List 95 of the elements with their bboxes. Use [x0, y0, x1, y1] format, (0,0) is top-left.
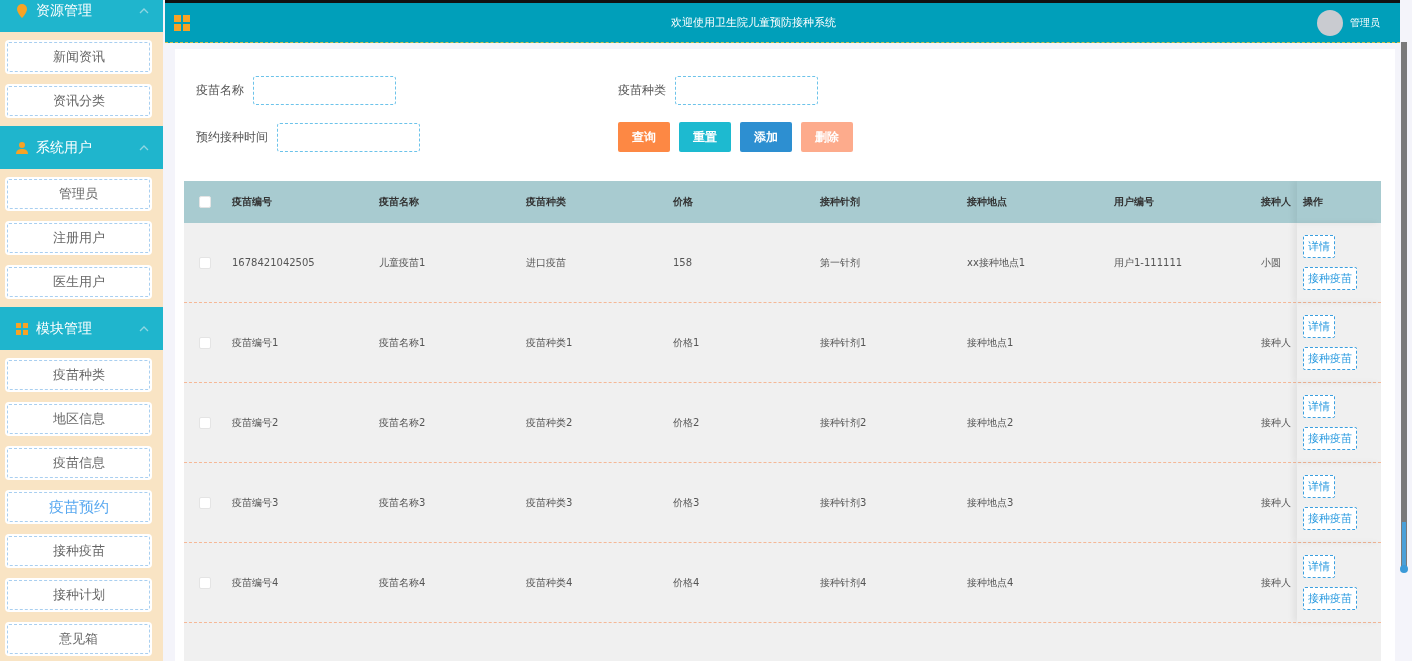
menu-group-title: 系统用户 — [36, 138, 93, 157]
table-cell: 第一针剂 — [820, 255, 860, 270]
table-cell: 疫苗种类3 — [526, 495, 573, 510]
input-field[interactable] — [675, 75, 818, 105]
field-label: 预约接种时间 — [196, 128, 268, 146]
action-button[interactable]: 接种疫苗 — [1303, 587, 1357, 610]
menu-item[interactable]: 资讯分类 — [5, 84, 152, 118]
details-button[interactable]: 详情 — [1303, 475, 1335, 498]
table-cell: 疫苗种类4 — [526, 575, 573, 590]
column-header: 接种针剂 — [820, 195, 860, 209]
table-cell: xx接种地点1 — [967, 255, 1026, 270]
table-cell: 进口疫苗 — [526, 255, 566, 270]
column-header: 疫苗名称 — [379, 195, 419, 209]
table-cell: 小圆 — [1261, 255, 1281, 270]
table-cell: 接种地点2 — [967, 415, 1014, 430]
menu-item[interactable]: 疫苗种类 — [5, 358, 152, 392]
column-header: 疫苗编号 — [232, 195, 272, 209]
input-field[interactable] — [277, 122, 420, 152]
action-button[interactable]: 接种疫苗 — [1303, 267, 1357, 290]
menu-item[interactable]: 新闻资讯 — [5, 40, 152, 74]
table-cell: 1678421042505 — [232, 257, 315, 268]
table-cell: 接种地点3 — [967, 495, 1014, 510]
table-cell: 接种人 — [1261, 575, 1291, 590]
grid-icon — [16, 322, 28, 335]
table-cell: 接种人 — [1261, 335, 1291, 350]
menu-item[interactable]: 疫苗预约 — [5, 490, 152, 524]
checkbox[interactable] — [199, 336, 211, 349]
table-cell: 接种针剂3 — [820, 495, 867, 510]
table-cell: 疫苗种类2 — [526, 415, 573, 430]
table-cell: 疫苗编号4 — [232, 575, 279, 590]
checkbox[interactable] — [199, 256, 211, 269]
table-cell: 价格1 — [673, 335, 700, 350]
menu-group-header[interactable]: 模块管理 — [0, 307, 163, 350]
menu-item[interactable]: 接种疫苗 — [5, 534, 152, 568]
table-cell: 价格4 — [673, 575, 700, 590]
menu-item[interactable]: 意见箱 — [5, 622, 152, 656]
table-cell: 疫苗名称3 — [379, 495, 426, 510]
grid-icon — [174, 14, 190, 31]
table-cell: 疫苗名称4 — [379, 575, 426, 590]
details-button[interactable]: 详情 — [1303, 555, 1335, 578]
input-field[interactable] — [253, 75, 396, 105]
menu-group-header[interactable]: 资源管理 — [0, 0, 163, 32]
checkbox[interactable] — [199, 196, 211, 208]
search-button[interactable]: 查询 — [618, 122, 670, 152]
menu-item[interactable]: 医生用户 — [5, 265, 152, 299]
menu-group-title: 资源管理 — [36, 1, 93, 20]
reset-button[interactable]: 重置 — [679, 122, 731, 152]
menu-item[interactable]: 地区信息 — [5, 402, 152, 436]
person-icon — [16, 141, 28, 154]
action-button[interactable]: 接种疫苗 — [1303, 507, 1357, 530]
table-cell: 158 — [673, 257, 693, 268]
menu-item[interactable]: 管理员 — [5, 177, 152, 211]
field-label: 疫苗名称 — [196, 81, 244, 99]
pin-icon — [16, 2, 28, 19]
details-button[interactable]: 详情 — [1303, 395, 1335, 418]
table-cell: 疫苗编号1 — [232, 335, 279, 350]
table-cell: 接种人 — [1261, 415, 1291, 430]
add-button[interactable]: 添加 — [740, 122, 792, 152]
action-button[interactable]: 接种疫苗 — [1303, 347, 1357, 370]
table-cell: 价格3 — [673, 495, 700, 510]
details-button[interactable]: 详情 — [1303, 315, 1335, 338]
column-header: 操作 — [1303, 195, 1323, 209]
app-title: 欢迎使用卫生院儿童预防接种系统 — [670, 15, 837, 30]
table-cell: 疫苗种类1 — [526, 335, 573, 350]
details-button[interactable]: 详情 — [1303, 235, 1335, 258]
column-header: 疫苗种类 — [526, 195, 566, 209]
column-header: 接种人 — [1261, 195, 1291, 209]
action-button[interactable]: 接种疫苗 — [1303, 427, 1357, 450]
checkbox[interactable] — [199, 496, 211, 509]
menu-item[interactable]: 接种计划 — [5, 578, 152, 612]
avatar[interactable] — [1317, 9, 1343, 36]
checkbox[interactable] — [199, 576, 211, 589]
table-cell: 接种地点4 — [967, 575, 1014, 590]
table-cell: 接种地点1 — [967, 335, 1014, 350]
menu-group-header[interactable]: 系统用户 — [0, 126, 163, 169]
table-cell: 疫苗名称1 — [379, 335, 426, 350]
user-name: 管理员 — [1350, 15, 1380, 30]
column-header: 用户编号 — [1114, 195, 1154, 209]
column-header: 接种地点 — [967, 195, 1007, 209]
table-cell: 疫苗编号3 — [232, 495, 279, 510]
table-cell: 接种针剂4 — [820, 575, 867, 590]
table-cell: 接种针剂2 — [820, 415, 867, 430]
field-label: 疫苗种类 — [618, 81, 666, 99]
menu-item[interactable]: 疫苗信息 — [5, 446, 152, 480]
table-cell: 儿童疫苗1 — [379, 255, 426, 270]
table-cell: 接种针剂1 — [820, 335, 867, 350]
menu-item[interactable]: 注册用户 — [5, 221, 152, 255]
table-cell: 用户1-111111 — [1114, 255, 1183, 270]
table-cell: 价格2 — [673, 415, 700, 430]
table-cell: 疫苗编号2 — [232, 415, 279, 430]
table-cell: 疫苗名称2 — [379, 415, 426, 430]
checkbox[interactable] — [199, 416, 211, 429]
table-cell: 接种人 — [1261, 495, 1291, 510]
menu-group-title: 模块管理 — [36, 319, 93, 338]
column-header: 价格 — [673, 195, 693, 209]
